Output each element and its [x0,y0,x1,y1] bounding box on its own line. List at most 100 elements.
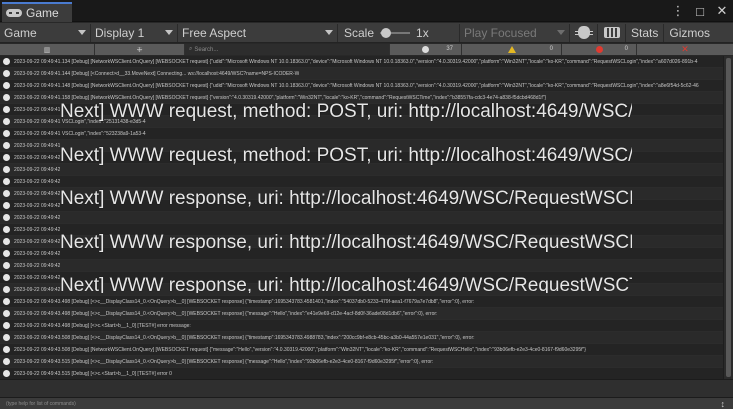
log-text: 2023-09-22 09:49:42 [14,190,61,197]
keyboard-icon [603,27,620,38]
log-scrollbar-thumb[interactable] [726,58,731,377]
log-text: 2023-09-22 09:49:42 [14,214,61,221]
error-count: 0 [624,46,628,52]
log-row[interactable]: 2023-09-22 09:49:42 [0,212,723,224]
info-icon [3,166,10,173]
log-row[interactable]: 2023-09-22 09:49:43.515 [Debug] [<>c__Di… [0,356,723,368]
log-text: 2023-09-22 09:49:42 [14,262,61,269]
overlay-message: Next] WWW response, uri: http://localhos… [60,275,632,293]
stats-label: Stats [631,25,659,40]
tab-game-label: Game [26,6,59,20]
log-text: 2023-09-22 09:49:42 [14,238,61,245]
overlay-message: Next] WWW request, method: POST, uri: ht… [60,145,632,166]
log-scrollbar[interactable] [723,56,733,379]
debug-button[interactable] [570,23,598,42]
log-detail-panel [0,379,733,397]
clear-button[interactable]: ▥ [0,44,95,55]
display-dropdown[interactable]: Display 1 [91,23,178,42]
gizmos-label: Gizmos [669,25,711,40]
more-options-icon[interactable]: ⋮ [671,2,685,20]
info-icon [3,118,10,125]
log-text: 2023-09-22 09:49:43.515 [Debug] [<>c.<St… [14,370,172,377]
log-row[interactable]: 2023-09-22 09:49:43.508 [Debug] [Network… [0,344,723,356]
console-log-list[interactable]: 2023-09-22 09:49:41.134 [Debug] [Network… [0,56,733,379]
log-row[interactable]: 2023-09-22 09:49:43.515 [Debug] [<>c.<St… [0,368,723,379]
info-icon [3,238,10,245]
log-row[interactable]: 2023-09-22 09:49:41.144 [Debug] [<Connec… [0,68,723,80]
log-row[interactable]: 2023-09-22 09:49:42 [0,176,723,188]
log-text: 2023-09-22 09:49:41 VSCLogi [14,130,146,137]
log-text: 2023-09-22 09:49:42 [14,178,61,185]
info-icon [3,274,10,281]
log-text: 2023-09-22 09:49:43.515 [Debug] [<>c__Di… [14,358,434,365]
gizmos-button[interactable]: Gizmos [664,24,715,42]
aspect-dropdown[interactable]: Free Aspect [178,23,338,42]
info-icon [3,226,10,233]
log-text: 2023-09-22 09:49:42 [14,166,61,173]
info-icon [3,214,10,221]
info-filter-toggle[interactable]: 37 [390,44,462,55]
resize-handle-icon[interactable]: ↕ [721,398,726,409]
scale-slider[interactable] [380,27,411,38]
chevron-down-icon [325,29,333,35]
search-icon: ⌕ [189,46,193,52]
log-text: 2023-09-22 09:49:43.498 [Debug] [<>c__Di… [14,298,475,305]
close-console-button[interactable]: ✕ [637,44,733,55]
log-row[interactable]: 2023-09-22 09:49:41.134 [Debug] [Network… [0,56,723,68]
scale-slider-handle[interactable] [381,27,392,38]
play-focused-dropdown[interactable]: Play Focused [460,23,570,42]
log-row[interactable]: 2023-09-22 09:49:43.508 [Debug] [<>c__Di… [0,332,723,344]
log-row[interactable]: 2023-09-22 09:49:41 VSCLogi [0,128,723,140]
log-text: 2023-09-22 09:49:43.508 [Debug] [<>c__Di… [14,334,475,341]
info-icon [3,250,10,257]
info-icon [3,94,10,101]
log-text: 2023-09-22 09:49:41.134 [Debug] [Network… [14,58,698,65]
stats-button[interactable]: Stats [626,23,665,42]
keyboard-button[interactable] [598,23,626,42]
log-text: 2023-09-22 09:49:43.508 [Debug] [Network… [14,346,586,353]
scale-label: Scale [344,25,375,40]
log-row[interactable]: 2023-09-22 09:49:41.148 [Debug] [Network… [0,80,723,92]
play-focused-label: Play Focused [464,25,537,40]
trash-icon: ▥ [43,46,51,54]
warning-count: 0 [549,46,553,52]
info-icon [3,130,10,137]
error-filter-toggle[interactable]: 0 [562,44,637,55]
info-icon [422,46,429,53]
maximize-icon[interactable]: □ [693,2,707,20]
tab-game[interactable]: Game [2,2,72,22]
overlay-message: Next] WWW request, method: POST, uri: ht… [60,101,632,122]
log-row[interactable]: 2023-09-22 09:49:43.498 [Debug] [<>c__Di… [0,308,723,320]
info-icon [3,154,10,161]
gamepad-icon [6,8,22,18]
collapse-button[interactable]: ⁜ [95,44,185,55]
log-text: 2023-09-22 09:49:41.148 [Debug] [Network… [14,82,699,89]
info-icon [3,286,10,293]
scale-control: Scale 1x [338,23,460,42]
log-row[interactable]: 2023-09-22 09:49:43.498 [Debug] [<>c.<St… [0,320,723,332]
info-icon [3,298,10,305]
log-text: 2023-09-22 09:49:41.144 [Debug] [<Connec… [14,70,300,77]
log-text: 2023-09-22 09:49:42 [14,154,61,161]
command-bar[interactable]: (type help for list of commands) ↕ [0,397,733,409]
info-icon [3,190,10,197]
log-text: 2023-09-22 09:49:41 [14,142,61,149]
scale-value: 1x [416,25,429,40]
command-hint: (type help for list of commands) [6,400,76,407]
console-search-input[interactable]: ⌕ Search... [185,44,390,55]
window-tab-bar: Game ⋮ □ ✕ [0,0,733,22]
log-text: 2023-09-22 09:49:43.498 [Debug] [<>c__Di… [14,310,438,317]
search-placeholder: Search... [194,46,219,53]
close-icon[interactable]: ✕ [715,2,729,20]
log-text: 2023-09-22 09:49:41.158 [Debug] [Network… [14,94,547,101]
window-actions: ⋮ □ ✕ [671,2,729,20]
warning-filter-toggle[interactable]: 0 [462,44,562,55]
log-row[interactable]: 2023-09-22 09:49:42 [0,260,723,272]
info-icon [3,142,10,149]
mode-dropdown[interactable]: Game [0,23,91,42]
info-icon [3,202,10,209]
overlay-message: Next] WWW response, uri: http://localhos… [60,188,632,209]
display-dropdown-label: Display 1 [95,25,145,40]
log-row[interactable]: 2023-09-22 09:49:43.498 [Debug] [<>c__Di… [0,296,723,308]
info-icon [3,334,10,341]
